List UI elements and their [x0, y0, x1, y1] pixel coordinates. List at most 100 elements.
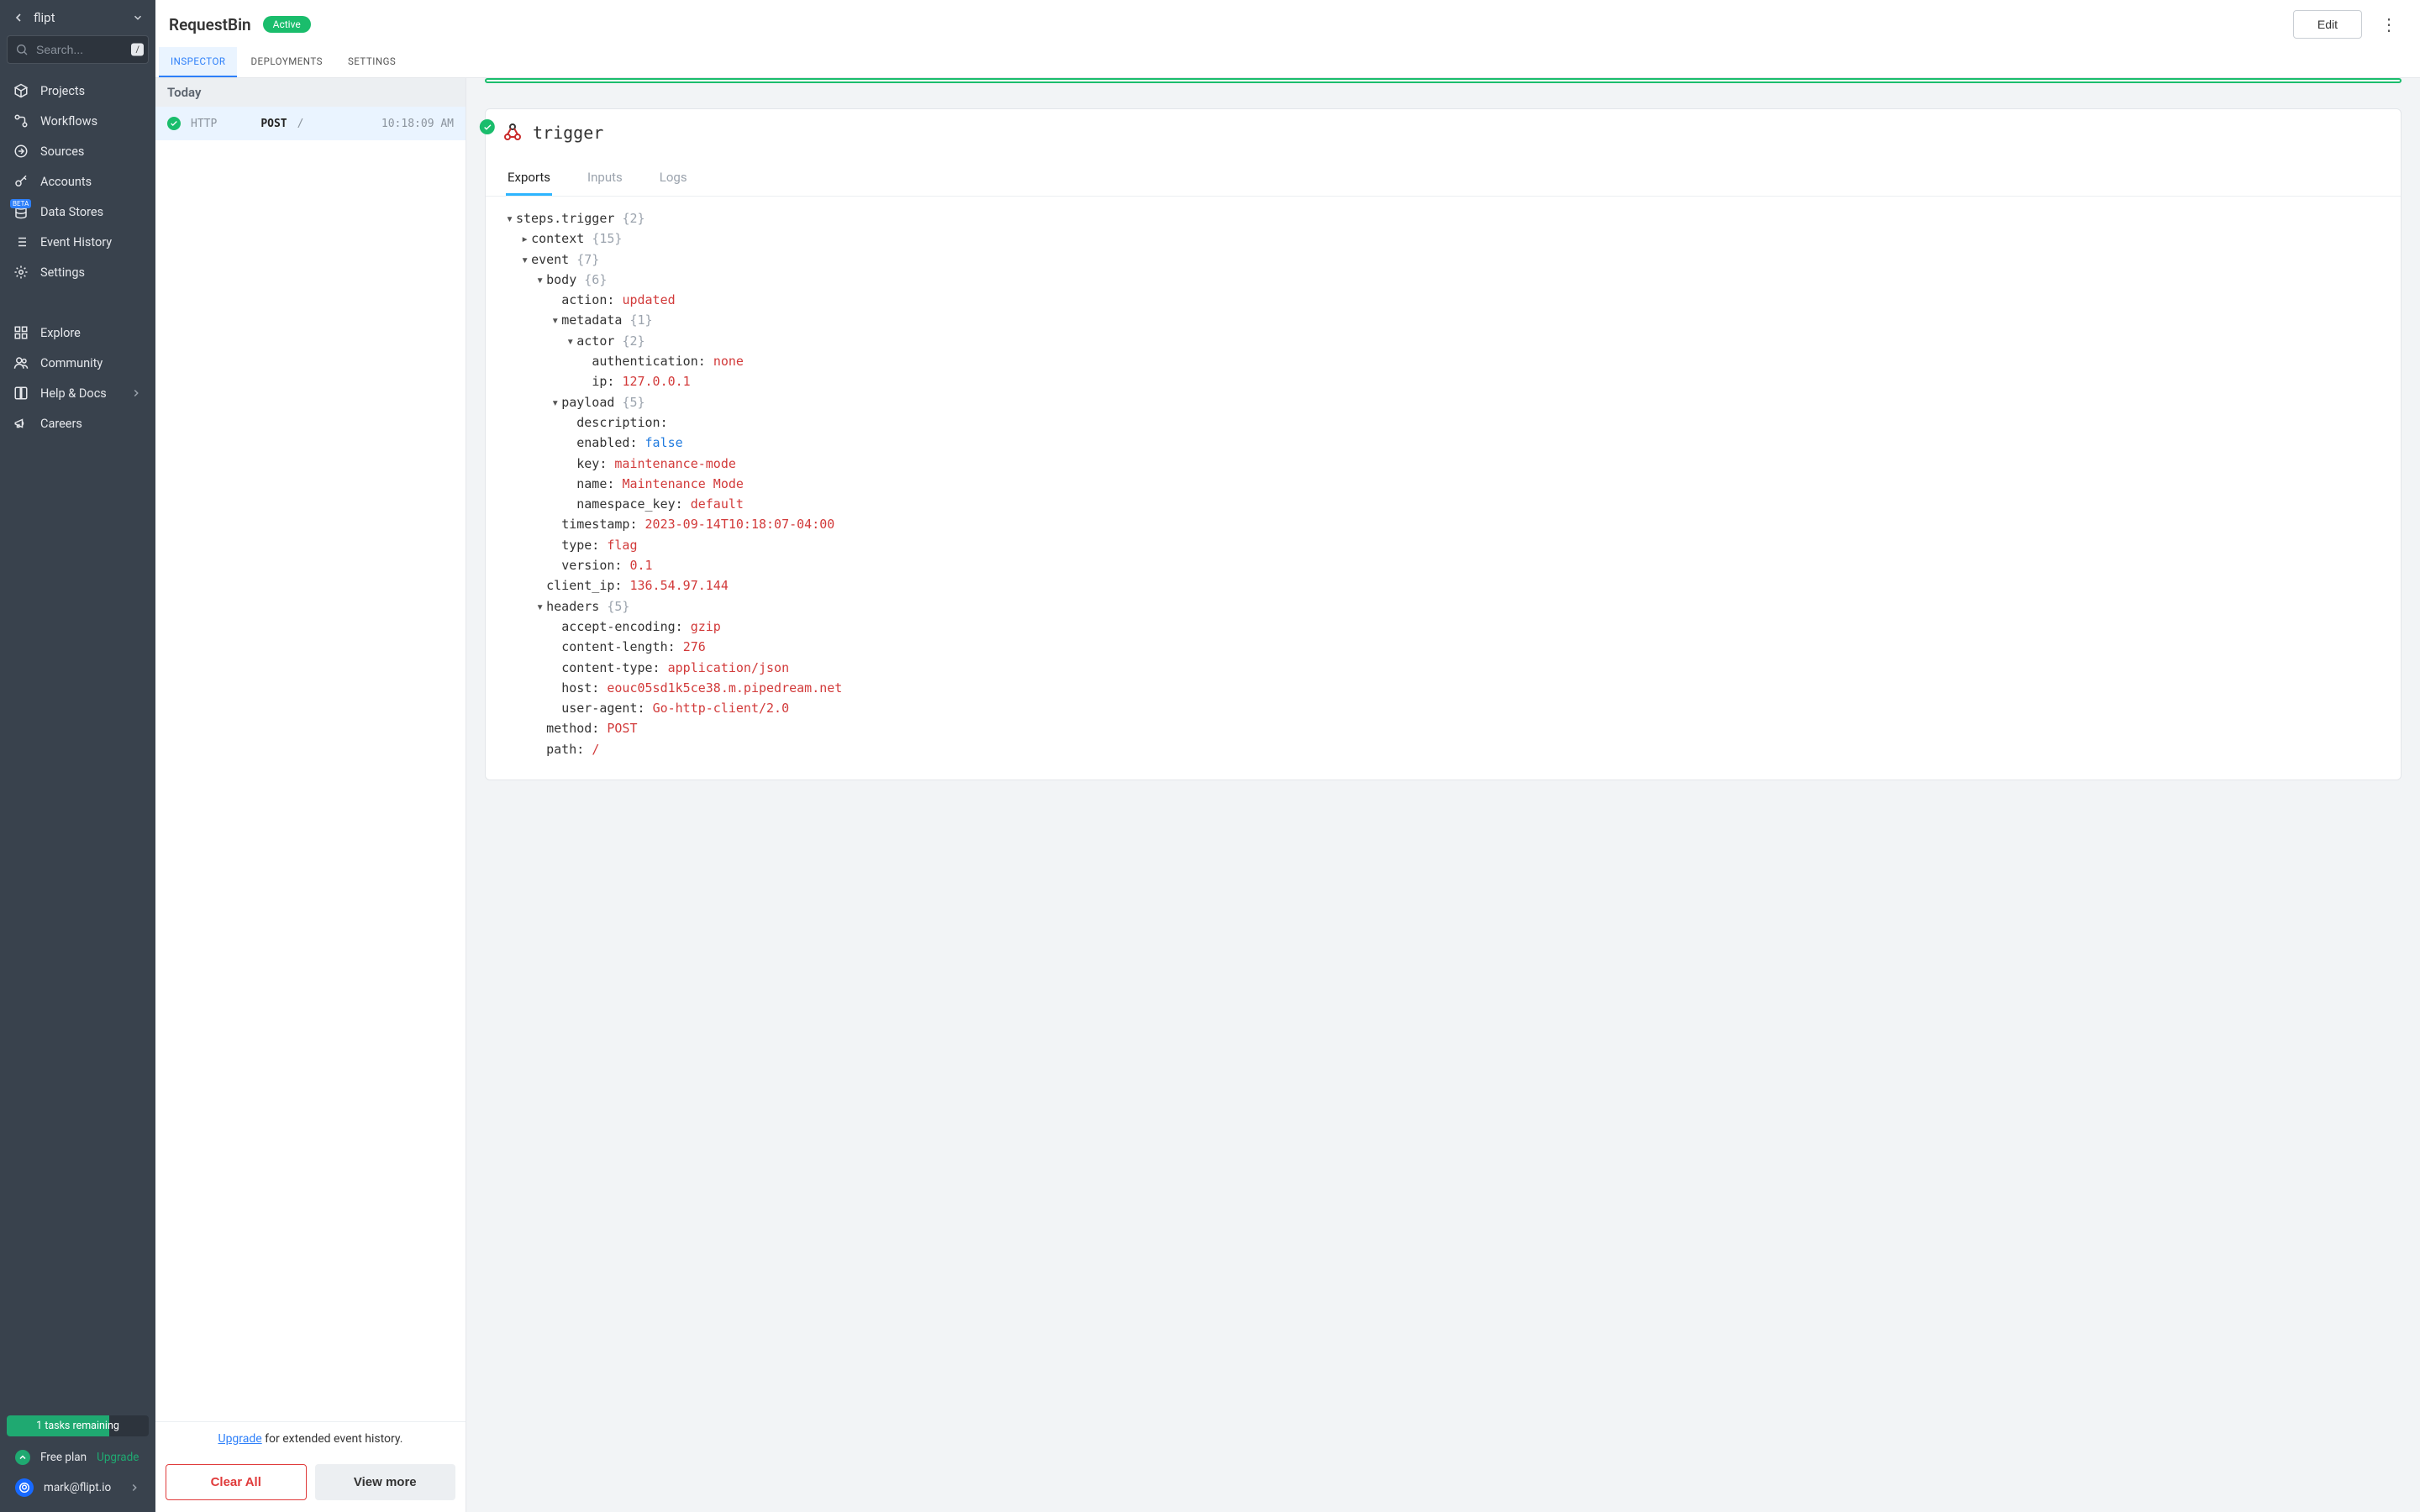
sidebar-item-settings[interactable]: Settings [0, 257, 155, 287]
chevron-down-icon [132, 12, 144, 24]
sidebar-item-accounts[interactable]: Accounts [0, 166, 155, 197]
edit-button[interactable]: Edit [2293, 10, 2362, 39]
caret-spacer [551, 555, 561, 575]
tree-row: client_ip: 136.54.97.144 [506, 575, 2381, 596]
tree-row: authentication: none [506, 351, 2381, 371]
list-icon [13, 234, 29, 249]
tab-inspector[interactable]: INSPECTOR [159, 47, 237, 77]
sidebar-item-label: Help & Docs [40, 386, 107, 401]
sidebar-item-careers[interactable]: Careers [0, 408, 155, 438]
avatar [15, 1478, 34, 1497]
tree-row: ip: 127.0.0.1 [506, 371, 2381, 391]
tree-row: key: maintenance-mode [506, 454, 2381, 474]
sidebar-item-sources[interactable]: Sources [0, 136, 155, 166]
card-tab-exports[interactable]: Exports [506, 161, 552, 196]
tree-row[interactable]: body {6} [506, 270, 2381, 290]
sidebar-item-label: Settings [40, 265, 85, 280]
book-icon [13, 386, 29, 401]
sidebar-item-community[interactable]: Community [0, 348, 155, 378]
grid-icon [13, 325, 29, 340]
sidebar-item-label: Community [40, 356, 103, 370]
event-protocol: HTTP [191, 118, 217, 130]
key-icon [13, 174, 29, 189]
sidebar-item-label: Event History [40, 235, 112, 249]
upgrade-link[interactable]: Upgrade [218, 1432, 261, 1446]
topbar: RequestBin Active Edit ⋮ [155, 0, 2420, 39]
tree-row[interactable]: steps.trigger {2} [506, 208, 2381, 228]
user-row[interactable]: mark@flipt.io [7, 1470, 149, 1505]
tree-row: timestamp: 2023-09-14T10:18:07-04:00 [506, 514, 2381, 534]
content: Today HTTP POST / 10:18:09 AM Upgrade fo… [155, 78, 2420, 1512]
caret-spacer [536, 718, 546, 738]
caret-spacer [566, 494, 576, 514]
kebab-menu-icon[interactable]: ⋮ [2374, 11, 2403, 38]
tree-row[interactable]: headers {5} [506, 596, 2381, 617]
caret-spacer [551, 514, 561, 534]
search-wrap: / [7, 35, 149, 64]
event-row[interactable]: HTTP POST / 10:18:09 AM [155, 107, 466, 140]
webhook-icon [502, 123, 523, 143]
nav-separator [0, 291, 155, 314]
card-tab-inputs[interactable]: Inputs [586, 161, 624, 196]
caret-spacer [566, 412, 576, 433]
tree-row: version: 0.1 [506, 555, 2381, 575]
upgrade-link[interactable]: Upgrade [97, 1451, 139, 1464]
caret-icon [521, 249, 531, 270]
detail-column: trigger Exports Inputs Logs steps.trigger … [466, 78, 2420, 1512]
caret-icon [551, 310, 561, 330]
sidebar-item-explore[interactable]: Explore [0, 318, 155, 348]
tab-settings[interactable]: SETTINGS [336, 47, 408, 77]
check-icon [167, 117, 181, 130]
status-badge: Active [263, 16, 311, 33]
chevron-right-icon [129, 1482, 140, 1494]
caret-spacer [536, 575, 546, 596]
trigger-card: trigger Exports Inputs Logs steps.trigger … [485, 108, 2402, 780]
caret-icon [551, 392, 561, 412]
tree-row[interactable]: actor {2} [506, 331, 2381, 351]
tree-row: type: flag [506, 535, 2381, 555]
card-tabs: Exports Inputs Logs [486, 161, 2401, 197]
sidebar-item-event-history[interactable]: Event History [0, 227, 155, 257]
tree-row[interactable]: metadata {1} [506, 310, 2381, 330]
sidebar-item-projects[interactable]: Projects [0, 76, 155, 106]
tree-row[interactable]: event {7} [506, 249, 2381, 270]
nav-primary: Projects WorkflowsSourcesAccountsBETAData… [0, 72, 155, 291]
arrow-out-icon [13, 144, 29, 159]
caret-spacer [551, 678, 561, 698]
events-column: Today HTTP POST / 10:18:09 AM Upgrade fo… [155, 78, 466, 1512]
workspace-switcher[interactable]: flipt [0, 0, 155, 35]
caret-spacer [551, 617, 561, 637]
tree-row: content-length: 276 [506, 637, 2381, 657]
caret-spacer [566, 433, 576, 453]
tree-row: name: Maintenance Mode [506, 474, 2381, 494]
tree-row[interactable]: payload {5} [506, 392, 2381, 412]
sidebar-item-help-docs[interactable]: Help & Docs [0, 378, 155, 408]
tree-row: enabled: false [506, 433, 2381, 453]
tree-row: accept-encoding: gzip [506, 617, 2381, 637]
sidebar-item-workflows[interactable]: Workflows [0, 106, 155, 136]
plan-upgrade-icon [15, 1450, 30, 1465]
caret-icon [536, 596, 546, 617]
clear-all-button[interactable]: Clear All [166, 1464, 307, 1500]
sidebar-item-label: Projects [40, 84, 85, 98]
events-group-header: Today [155, 78, 466, 107]
sidebar-item-data-stores[interactable]: BETAData Stores [0, 197, 155, 227]
tree-row: content-type: application/json [506, 658, 2381, 678]
events-footer: Upgrade for extended event history. [155, 1421, 466, 1456]
search-shortcut: / [131, 44, 144, 56]
caret-icon [506, 208, 516, 228]
card-tab-logs[interactable]: Logs [658, 161, 689, 196]
tab-deployments[interactable]: DEPLOYMENTS [239, 47, 334, 77]
plan-row[interactable]: Free plan Upgrade [7, 1445, 149, 1470]
tree-row: user-agent: Go-http-client/2.0 [506, 698, 2381, 718]
tasks-remaining-bar[interactable]: 1 tasks remaining [7, 1415, 149, 1436]
event-timestamp: 10:18:09 AM [381, 118, 454, 130]
view-more-button[interactable]: View more [315, 1464, 456, 1500]
card-head: trigger [486, 109, 2401, 156]
cube-icon [13, 83, 29, 98]
caret-icon [566, 331, 576, 351]
caret-spacer [551, 290, 561, 310]
caret-spacer [581, 371, 592, 391]
nav-secondary: Explore Community Help & Docs Careers [0, 314, 155, 442]
tree-row[interactable]: context {15} [506, 228, 2381, 249]
